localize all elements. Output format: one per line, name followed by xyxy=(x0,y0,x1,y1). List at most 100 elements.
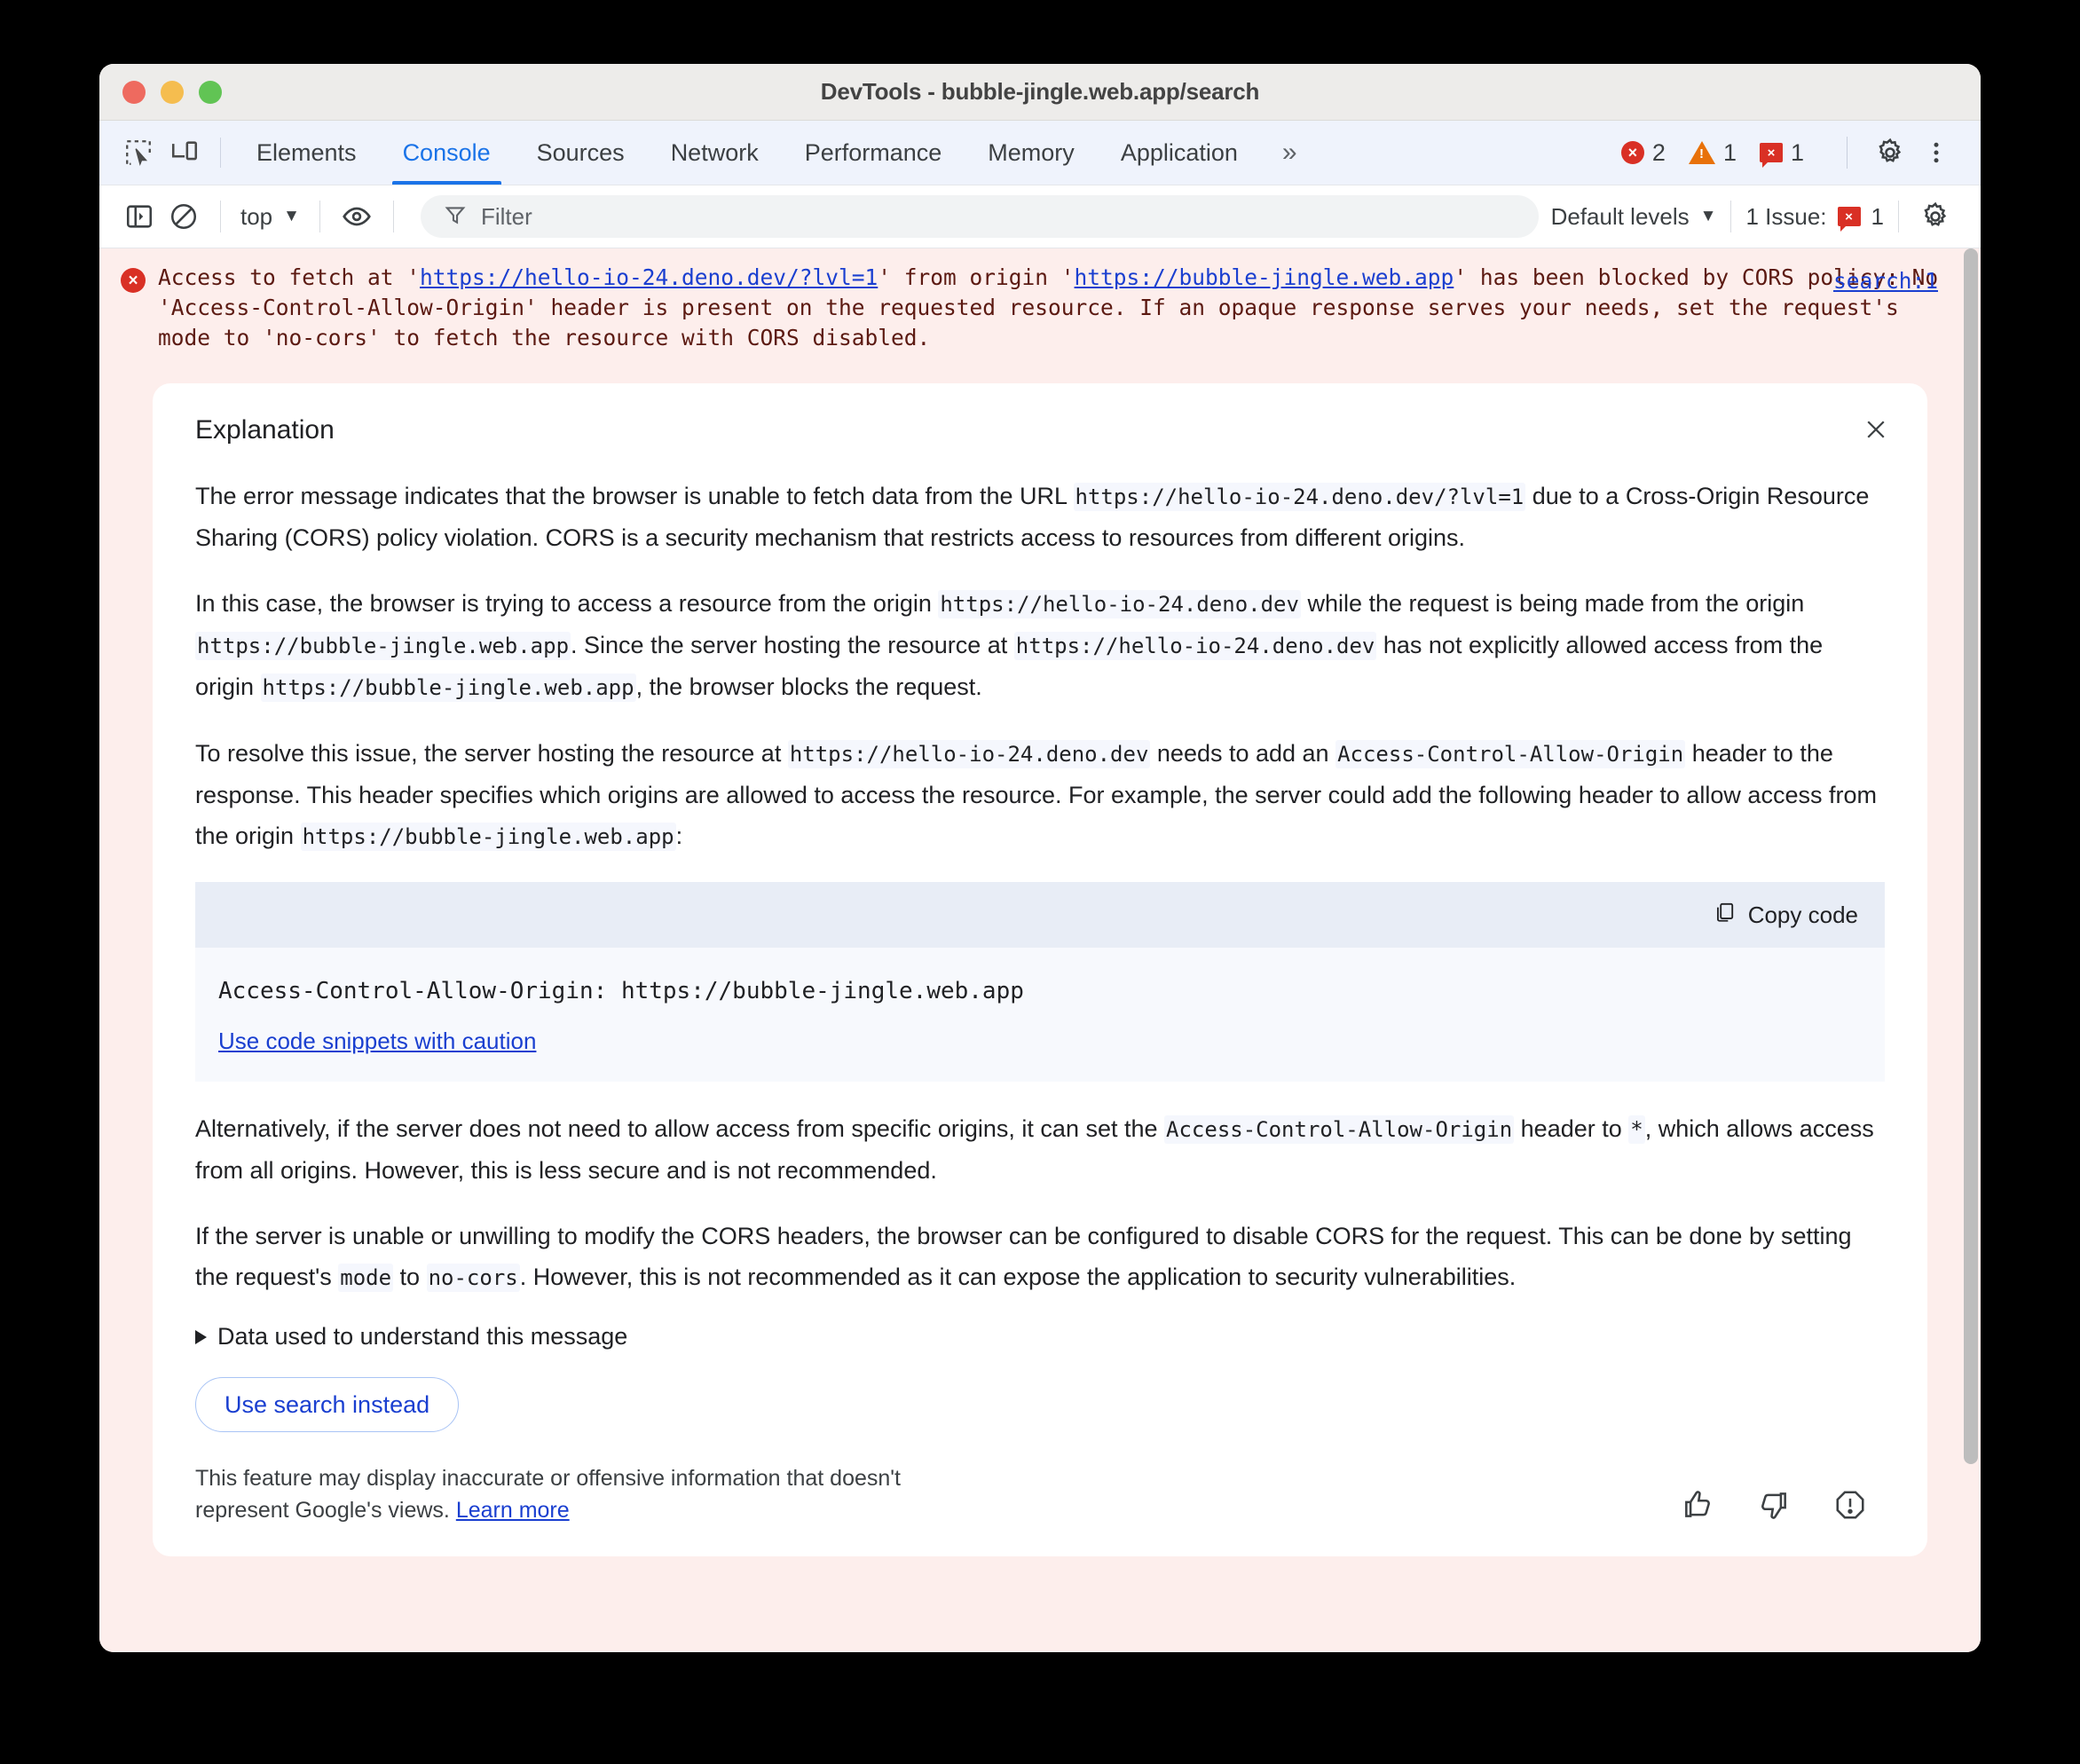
p4-part2: header to xyxy=(1514,1115,1629,1142)
learn-more-link[interactable]: Learn more xyxy=(456,1498,570,1523)
code-block-header: Copy code xyxy=(195,882,1885,948)
use-search-instead-button[interactable]: Use search instead xyxy=(195,1377,460,1432)
close-icon[interactable] xyxy=(1855,408,1897,451)
explanation-paragraph-5: If the server is unable or unwilling to … xyxy=(195,1216,1885,1298)
explanation-paragraph-4: Alternatively, if the server does not ne… xyxy=(195,1108,1885,1191)
error-icon: × xyxy=(121,268,146,293)
console-toolbar-divider-5 xyxy=(1898,201,1899,232)
device-toolbar-icon[interactable] xyxy=(162,130,208,176)
error-counter[interactable]: × 2 xyxy=(1620,139,1666,167)
devtools-window: DevTools - bubble-jingle.web.app/search … xyxy=(99,64,1981,1652)
issues-count: 1 xyxy=(1871,202,1884,230)
explanation-paragraph-2: In this case, the browser is trying to a… xyxy=(195,583,1885,708)
console-toolbar-divider-3 xyxy=(392,201,394,232)
window-title: DevTools - bubble-jingle.web.app/search xyxy=(820,78,1260,105)
p4-code2: * xyxy=(1628,1115,1645,1144)
copy-code-button[interactable]: Copy code xyxy=(1713,901,1858,930)
p5-code1: mode xyxy=(338,1264,394,1292)
error-url-2[interactable]: https://bubble-jingle.web.app xyxy=(1075,264,1454,290)
code-caution-link[interactable]: Use code snippets with caution xyxy=(218,1028,536,1054)
p3-code2: Access-Control-Allow-Origin xyxy=(1335,740,1686,768)
error-message-text: Access to fetch at 'https://hello-io-24.… xyxy=(158,263,1945,353)
issue-count: 1 xyxy=(1790,138,1804,166)
p2-part5: , the browser blocks the request. xyxy=(635,673,982,700)
log-levels-label: Default levels xyxy=(1550,202,1690,230)
explanation-card: Explanation The error message indicates … xyxy=(153,383,1927,1556)
code-block-body: Access-Control-Allow-Origin: https://bub… xyxy=(195,948,1885,1082)
tab-performance[interactable]: Performance xyxy=(782,121,965,185)
tab-console[interactable]: Console xyxy=(380,121,514,185)
filter-placeholder: Filter xyxy=(480,202,532,230)
p2-part1: In this case, the browser is trying to a… xyxy=(195,590,939,617)
error-url-1[interactable]: https://hello-io-24.deno.dev/?lvl=1 xyxy=(420,264,878,290)
execution-context-selector[interactable]: top ▼ xyxy=(235,203,305,231)
scrollbar-thumb[interactable] xyxy=(1964,248,1978,1464)
p3-part4: : xyxy=(675,823,683,849)
issues-label: 1 Issue: xyxy=(1745,202,1827,230)
code-snippet-block: Copy code Access-Control-Allow-Origin: h… xyxy=(195,882,1885,1082)
console-body: × Access to fetch at 'https://hello-io-2… xyxy=(99,248,1981,1652)
copy-icon xyxy=(1713,901,1736,930)
thumb-down-icon[interactable] xyxy=(1757,1488,1791,1526)
devtools-tab-bar: Elements Console Sources Network Perform… xyxy=(99,121,1981,185)
p3-code3: https://bubble-jingle.web.app xyxy=(300,823,676,851)
console-toolbar-divider-2 xyxy=(319,201,320,232)
p3-code1: https://hello-io-24.deno.dev xyxy=(787,740,1151,768)
tab-elements[interactable]: Elements xyxy=(233,121,380,185)
issue-badge-icon: × xyxy=(1837,207,1861,232)
p2-code3: https://hello-io-24.deno.dev xyxy=(1013,632,1377,660)
card-footer: This feature may display inaccurate or o… xyxy=(195,1462,1885,1526)
live-expression-icon[interactable] xyxy=(335,194,379,239)
chevron-down-icon-levels: ▼ xyxy=(1699,207,1717,225)
tab-network[interactable]: Network xyxy=(648,121,782,185)
console-toolbar: top ▼ Filter Default levels ▼ 1 Issue: ×… xyxy=(99,185,1981,248)
code-snippet-text: Access-Control-Allow-Origin: https://bub… xyxy=(218,978,1024,1004)
data-used-disclosure[interactable]: Data used to understand this message xyxy=(195,1323,1885,1351)
console-scrollbar[interactable] xyxy=(1961,248,1981,1652)
console-sidebar-icon[interactable] xyxy=(117,194,162,239)
error-middle: ' from origin ' xyxy=(878,264,1075,290)
tabbar-divider xyxy=(1847,137,1848,169)
disclaimer-text: This feature may display inaccurate or o… xyxy=(195,1462,994,1526)
log-levels-selector[interactable]: Default levels ▼ xyxy=(1551,203,1717,231)
search-input[interactable]: Filter xyxy=(420,195,1539,238)
p2-code4: https://bubble-jingle.web.app xyxy=(260,673,636,702)
p5-part2: to xyxy=(393,1264,427,1290)
p4-part1: Alternatively, if the server does not ne… xyxy=(195,1115,1165,1142)
explanation-paragraph-1: The error message indicates that the bro… xyxy=(195,476,1885,558)
thumb-up-icon[interactable] xyxy=(1681,1488,1714,1526)
console-error-message[interactable]: × Access to fetch at 'https://hello-io-2… xyxy=(99,248,1981,367)
gear-icon[interactable] xyxy=(1867,130,1913,176)
error-prefix: Access to fetch at ' xyxy=(158,264,421,290)
tab-memory[interactable]: Memory xyxy=(965,121,1098,185)
title-bar: DevTools - bubble-jingle.web.app/search xyxy=(99,64,1981,121)
report-icon[interactable] xyxy=(1833,1488,1867,1526)
kebab-menu-icon[interactable] xyxy=(1913,130,1959,176)
console-toolbar-divider-1 xyxy=(220,201,221,232)
p4-code1: Access-Control-Allow-Origin xyxy=(1164,1115,1515,1144)
issues-summary[interactable]: 1 Issue: × 1 xyxy=(1745,202,1884,232)
p2-part3: . Since the server hosting the resource … xyxy=(571,632,1014,658)
feedback-buttons xyxy=(1681,1488,1885,1526)
issue-counter[interactable]: × 1 xyxy=(1759,138,1804,168)
p1-code1: https://hello-io-24.deno.dev/?lvl=1 xyxy=(1073,483,1526,511)
warning-count: 1 xyxy=(1722,138,1737,166)
chevron-down-icon: ▼ xyxy=(283,207,300,225)
warning-counter[interactable]: 1 xyxy=(1688,138,1737,167)
console-toolbar-divider-4 xyxy=(1730,201,1732,232)
console-settings-gear-icon[interactable] xyxy=(1913,194,1958,239)
tab-sources[interactable]: Sources xyxy=(514,121,648,185)
p5-code2: no-cors xyxy=(426,1264,520,1292)
more-tabs-button[interactable]: » xyxy=(1261,138,1319,168)
toolbar-divider xyxy=(220,138,221,168)
p3-part1: To resolve this issue, the server hostin… xyxy=(195,740,788,767)
source-location-link[interactable]: search:1 xyxy=(1833,268,1938,294)
tab-application[interactable]: Application xyxy=(1098,121,1261,185)
clear-console-icon[interactable] xyxy=(162,194,206,239)
issue-icon: × xyxy=(1759,143,1783,168)
inspect-element-icon[interactable] xyxy=(115,130,162,176)
p3-part2: needs to add an xyxy=(1150,740,1336,767)
error-icon: × xyxy=(1620,141,1644,164)
p2-part2: while the request is being made from the… xyxy=(1300,590,1805,617)
copy-code-label: Copy code xyxy=(1747,901,1858,928)
